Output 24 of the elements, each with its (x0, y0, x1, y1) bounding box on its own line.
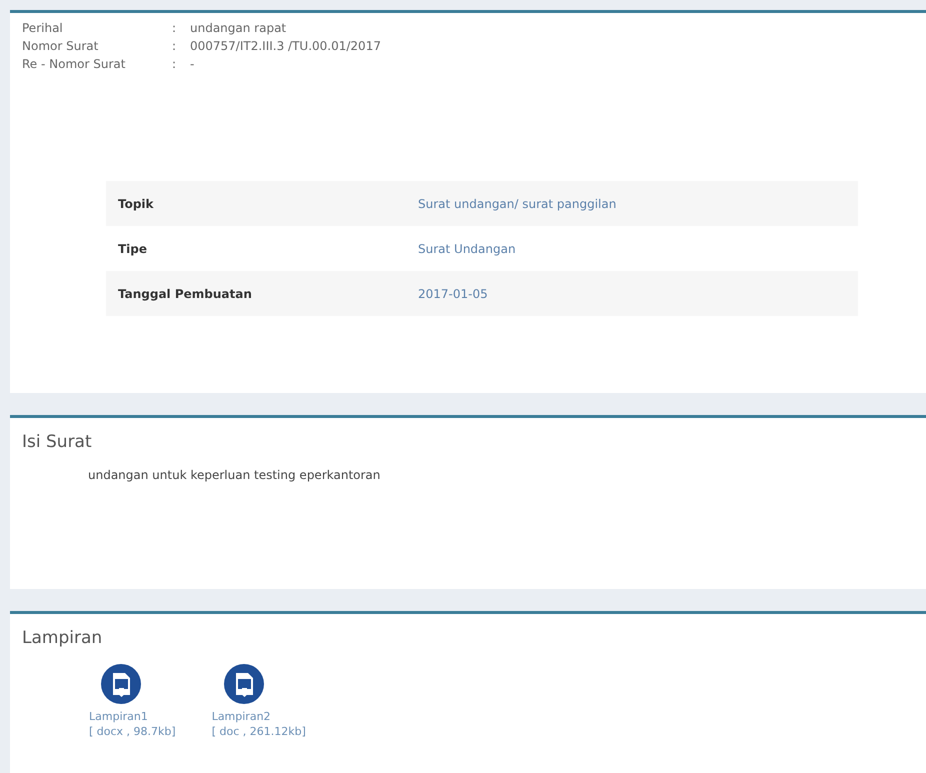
field-value: 000757/IT2.III.3 /TU.00.01/2017 (190, 39, 382, 53)
section-title: Isi Surat (22, 432, 93, 452)
attachment-meta: [ docx , 98.7kb] (89, 725, 176, 738)
table-cell: 2017-01-05 (406, 271, 858, 316)
file-download-icon[interactable] (101, 664, 141, 704)
table-cell: Topik (106, 181, 406, 226)
field-label: Perihal (22, 21, 64, 35)
field-value: - (190, 57, 196, 71)
separator: : (172, 21, 178, 35)
table-cell: Tipe (106, 226, 406, 271)
letter-body: undangan untuk keperluan testing eperkantoran (88, 468, 382, 482)
field-label: Nomor Surat (22, 39, 100, 53)
attachment-meta: [ doc , 261.12kb] (212, 725, 306, 738)
attachment-link[interactable]: Lampiran2 (212, 710, 271, 723)
field-value: undangan rapat (190, 21, 288, 35)
section-title: Lampiran (22, 628, 104, 648)
attachment-link[interactable]: Lampiran1 (89, 710, 148, 723)
table-cell: Surat undangan/ surat panggilan (406, 181, 858, 226)
table-cell: Tanggal Pembuatan (106, 271, 406, 316)
separator: : (172, 39, 178, 53)
separator: : (172, 57, 178, 71)
file-download-icon[interactable] (224, 664, 264, 704)
field-label: Re - Nomor Surat (22, 57, 126, 71)
table-cell: Surat Undangan (406, 226, 858, 271)
